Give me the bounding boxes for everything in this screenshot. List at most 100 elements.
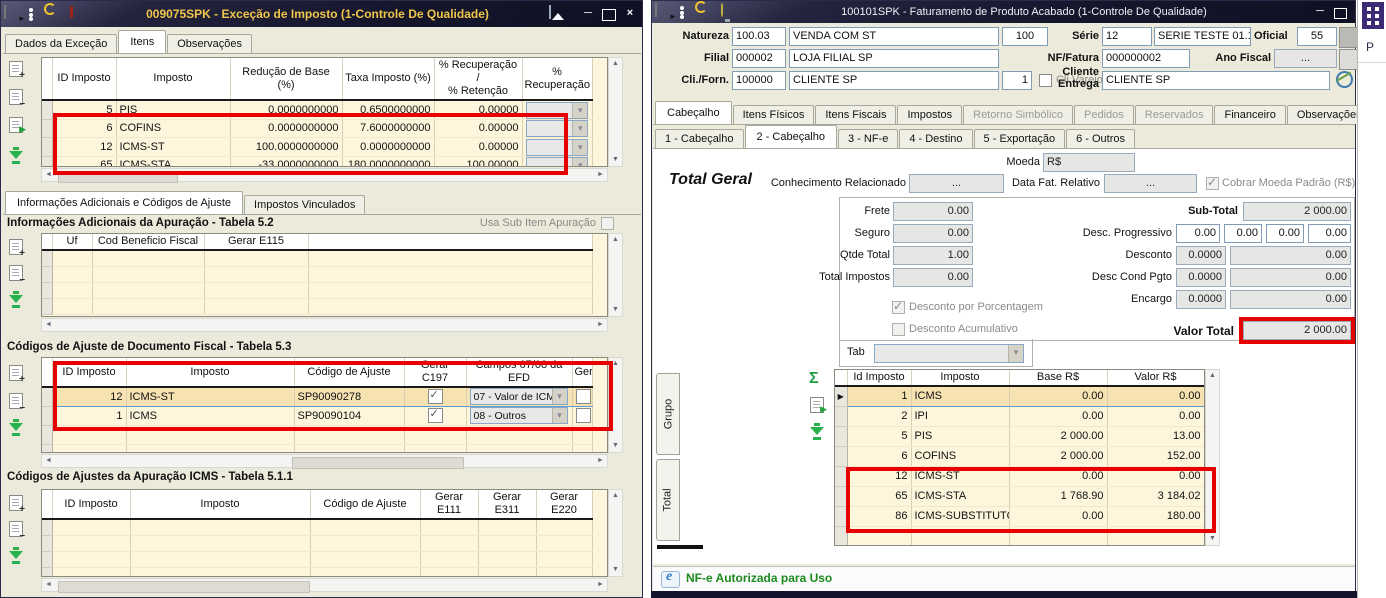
desc-prog-field-2[interactable]: 0.00 [1224, 224, 1262, 243]
cell[interactable]: 12 [52, 137, 117, 157]
combo-cell[interactable] [525, 138, 589, 156]
scroll-right-icon[interactable] [594, 455, 607, 467]
row-header[interactable] [835, 426, 848, 447]
row-header[interactable] [42, 266, 53, 283]
scroll-left-icon[interactable] [42, 169, 55, 181]
cell[interactable]: 08 - Outros [466, 406, 573, 426]
scroll-right-icon[interactable] [594, 169, 607, 181]
scroll-right-icon[interactable] [594, 319, 607, 331]
table-row[interactable]: 1ICMSSP90090104 08 - Outros [42, 406, 593, 426]
side-tab-total[interactable]: Total [656, 459, 680, 541]
row-header[interactable] [42, 100, 53, 120]
scroll-left-icon[interactable] [42, 319, 55, 331]
checkbox-cell[interactable] [427, 388, 443, 405]
titlebar[interactable]: 100101SPK - Faturamento de Produto Acaba… [652, 1, 1355, 23]
desconto-acumulativo-checkbox[interactable] [892, 323, 905, 336]
close-button[interactable]: × [620, 6, 640, 22]
desc-cond-pct-field[interactable]: 0.0000 [1176, 268, 1226, 287]
seguro-field[interactable]: 0.00 [893, 224, 973, 243]
cell[interactable]: 12 [52, 386, 127, 407]
desc-prog-field-4[interactable]: 0.00 [1308, 224, 1351, 243]
vertical-scrollbar[interactable] [608, 233, 623, 317]
row-header[interactable] [42, 535, 53, 552]
tab-itens-fisicos[interactable]: Itens Físicos [732, 105, 815, 124]
row-header[interactable] [42, 425, 53, 445]
cell[interactable]: ICMS-SUBSTITUTO [911, 506, 1010, 527]
subtab-5-exportacao[interactable]: 5 - Exportação [973, 129, 1066, 148]
horizontal-scrollbar[interactable] [41, 318, 608, 332]
maximize-button[interactable] [1334, 7, 1347, 19]
cell[interactable]: 0.0000000000 [230, 119, 343, 138]
table-row[interactable]: 65 ICMS-STA 1 768.90 3 184.02 [835, 486, 1204, 507]
cell[interactable]: PIS [911, 426, 1010, 447]
row-header[interactable] [42, 551, 53, 568]
tab-itens[interactable]: Itens [118, 30, 167, 53]
wrench-icon[interactable] [699, 4, 715, 20]
table-row[interactable]: 5 PIS 0.0000000000 0.6500000000 0.00000 [42, 100, 593, 120]
cell[interactable]: COFINS [116, 119, 231, 138]
cell[interactable]: 7.6000000000 [342, 119, 435, 138]
filter-icon[interactable] [8, 291, 25, 310]
cliente-entrega-field[interactable]: CLIENTE SP [1102, 71, 1330, 90]
notebook-icon[interactable] [70, 6, 86, 22]
attachment-icon[interactable] [1333, 68, 1356, 91]
row-header[interactable] [42, 250, 53, 267]
row-header[interactable] [835, 466, 848, 487]
filter-icon[interactable] [809, 423, 826, 442]
table-row[interactable]: 5 PIS 2 000.00 13.00 [835, 426, 1204, 447]
usa-sub-item-checkbox[interactable] [601, 217, 614, 230]
cell[interactable]: 12 [847, 466, 912, 487]
total-impostos-field[interactable]: 0.00 [893, 268, 973, 287]
side-tab-grupo[interactable]: Grupo [656, 373, 680, 455]
row-header[interactable]: ▶ [835, 385, 848, 407]
scroll-thumb[interactable] [292, 457, 464, 469]
tab-combo[interactable] [874, 344, 1024, 363]
cell[interactable]: ICMS-ST [116, 137, 231, 157]
checkbox-cell[interactable] [575, 389, 591, 405]
cell[interactable]: ICMS-ST [911, 466, 1010, 487]
row-header[interactable] [835, 486, 848, 507]
image-button[interactable] [549, 5, 573, 22]
desc-cond-field[interactable]: 0.00 [1230, 268, 1351, 287]
row-header[interactable] [42, 567, 53, 576]
subtab-2-cabecalho[interactable]: 2 - Cabeçalho [744, 125, 837, 148]
combo-cell[interactable] [525, 157, 589, 166]
cell[interactable]: 2 000.00 [1009, 426, 1108, 447]
cell[interactable]: 1 768.90 [1009, 486, 1108, 507]
oficial-button[interactable] [1339, 27, 1358, 48]
minimize-button[interactable]: ─ [578, 6, 598, 22]
desconto-pct-field[interactable]: 0.0000 [1176, 246, 1226, 265]
natureza-code-field[interactable]: 100.03 [732, 27, 786, 46]
cell[interactable]: 1 [52, 406, 127, 426]
cell[interactable]: 0.0000000000 [342, 137, 435, 157]
scroll-left-icon[interactable] [42, 455, 55, 467]
cell[interactable]: 0.00000 [434, 137, 523, 157]
tab-dados-da-excecao[interactable]: Dados da Exceção [5, 34, 118, 53]
sum-icon[interactable]: Σ [809, 371, 826, 388]
desconto-porcentagem-checkbox[interactable] [892, 299, 905, 314]
remove-row-button[interactable] [8, 265, 25, 285]
horizontal-scrollbar[interactable] [41, 578, 608, 593]
cell[interactable]: PIS [116, 100, 231, 120]
oficial-field[interactable]: 55 [1297, 27, 1337, 46]
scroll-up-icon[interactable] [1206, 370, 1219, 382]
copy-row-button[interactable] [809, 397, 827, 415]
combo-cell[interactable] [525, 101, 589, 118]
tab-cabecalho[interactable]: Cabeçalho [655, 101, 732, 124]
splitter-handle[interactable] [657, 545, 703, 549]
remove-row-button[interactable] [8, 393, 25, 413]
cell[interactable]: 0.00 [1009, 466, 1108, 487]
copy-row-button[interactable] [8, 117, 26, 135]
scroll-thumb[interactable] [58, 581, 310, 593]
maximize-button[interactable] [602, 9, 616, 21]
cell[interactable]: 0.00 [1009, 406, 1108, 427]
cell[interactable]: 2 000.00 [1009, 446, 1108, 467]
serie-desc-field[interactable]: SERIE TESTE 01.1 [1154, 27, 1251, 46]
row-header[interactable] [42, 444, 53, 452]
table-row[interactable]: ▶ 1 ICMS 0.00 0.00 [835, 385, 1204, 407]
cell[interactable]: 6 [847, 446, 912, 467]
add-row-button[interactable] [8, 61, 25, 81]
table-row[interactable]: 12 ICMS-ST 0.00 0.00 [835, 466, 1204, 487]
cell[interactable]: ICMS [126, 406, 295, 426]
cli-forn-desc-field[interactable]: CLIENTE SP [789, 71, 999, 90]
